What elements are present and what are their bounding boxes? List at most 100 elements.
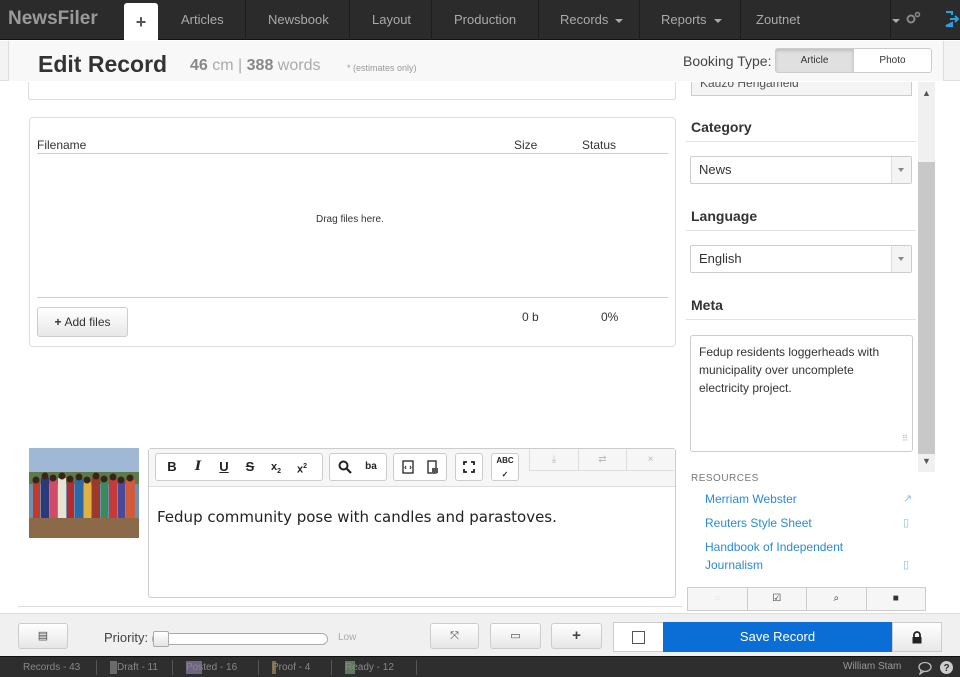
category-select[interactable]: News <box>690 156 912 184</box>
file-upload-panel: Filename Size Status Drag files here. + A… <box>29 117 676 347</box>
sidebar-scrollbar[interactable]: ▲ ▼ <box>918 82 935 472</box>
search-tab-icon[interactable]: ⌕ <box>807 587 867 611</box>
clipboard-button[interactable]: ▤ <box>18 623 68 649</box>
scroll-down-icon[interactable]: ▼ <box>922 456 931 466</box>
add-files-button[interactable]: + Add files <box>37 307 128 337</box>
caption-text[interactable]: Fedup community pose with candles and pa… <box>157 508 557 526</box>
status-draft[interactable]: Draft - 11 <box>110 661 158 675</box>
settings-gear-icon[interactable] <box>905 11 921 28</box>
spell-group: ABC ✓ <box>491 453 519 481</box>
sidebar-tool-tabs: ○ ☑ ⌕ ■ <box>687 587 926 611</box>
nav-reports-label: Reports <box>661 12 707 27</box>
size-column-header: Size <box>514 138 538 152</box>
meta-text: Fedup residents loggerheads with municip… <box>699 345 880 395</box>
replace-icon[interactable]: ba <box>359 454 383 480</box>
category-value: News <box>699 162 732 177</box>
add-files-label: Add files <box>64 315 111 329</box>
nav-layout[interactable]: Layout <box>372 0 411 40</box>
spellcheck-icon[interactable]: ABC ✓ <box>493 454 517 480</box>
status-divider <box>258 660 259 675</box>
drop-zone-hint[interactable]: Drag files here. <box>316 214 384 225</box>
caption-editor: B I U S x2 x2 ba ABC ✓ ⤓ ⇄ × Fedup commu… <box>148 448 676 598</box>
scroll-up-icon[interactable]: ▲ <box>922 88 931 98</box>
save-record-button[interactable]: Save Record <box>663 622 892 652</box>
select-checkbox-button[interactable] <box>613 622 664 652</box>
booking-article-button[interactable]: Article <box>776 49 853 72</box>
swap-icon[interactable]: ⇄ <box>578 449 626 471</box>
nav-articles[interactable]: Articles <box>181 0 224 40</box>
chat-bubble-icon[interactable] <box>918 659 932 677</box>
nav-records[interactable]: Records <box>560 0 624 40</box>
current-user[interactable]: William Stam <box>843 661 901 672</box>
section-divider <box>686 141 916 142</box>
nav-divider <box>245 0 246 40</box>
header-divider <box>37 153 668 154</box>
chevron-down-icon <box>892 18 901 23</box>
photo-thumbnail[interactable] <box>29 448 139 538</box>
maximize-icon[interactable] <box>457 454 481 480</box>
brand-logo[interactable]: NewsFiler <box>8 8 98 30</box>
status-divider <box>96 660 97 675</box>
chevron-down-icon <box>891 157 911 183</box>
resize-grip-icon[interactable]: ⠿ <box>902 430 908 448</box>
superscript-icon[interactable]: x2 <box>290 454 314 480</box>
status-posted[interactable]: Posted - 16 <box>186 661 237 675</box>
resource-link-reuters[interactable]: Reuters Style Sheet <box>705 514 885 532</box>
find-icon[interactable] <box>333 454 357 480</box>
close-icon[interactable]: × <box>626 449 674 471</box>
fullscreen-button[interactable]: ⤧ <box>430 623 479 649</box>
nav-newsbook[interactable]: Newsbook <box>268 0 329 40</box>
total-size: 0 b <box>522 310 539 324</box>
document-icon[interactable]: ▯ <box>903 558 909 571</box>
list-view-button[interactable]: ▭ <box>490 623 541 649</box>
priority-slider-handle[interactable] <box>153 631 169 647</box>
nav-reports[interactable]: Reports <box>661 0 722 40</box>
author-select-partial[interactable]: Kauzo Hengameld <box>691 82 912 96</box>
status-ready[interactable]: Ready - 12 <box>345 661 394 675</box>
nav-zoutnet[interactable]: Zoutnet <box>756 0 901 40</box>
new-record-tab[interactable]: + <box>124 3 158 41</box>
help-icon[interactable]: ? <box>940 659 953 677</box>
add-button[interactable]: + <box>551 623 602 649</box>
stat-separator: | <box>238 57 243 74</box>
resource-link-handbook[interactable]: Handbook of Independent Journalism <box>705 538 885 574</box>
page-break-icon[interactable] <box>421 454 445 480</box>
nav-divider <box>349 0 350 40</box>
priority-label: Priority: <box>104 630 149 645</box>
external-link-icon[interactable]: ↗ <box>903 492 912 505</box>
subscript-icon[interactable]: x2 <box>264 454 288 480</box>
meta-textarea[interactable]: Fedup residents loggerheads with municip… <box>690 335 913 452</box>
nav-divider <box>740 0 741 40</box>
main-divider <box>18 606 682 607</box>
download-icon[interactable]: ⤓ <box>530 449 578 471</box>
checklist-tab-icon[interactable]: ☑ <box>747 587 807 611</box>
language-heading: Language <box>691 208 758 224</box>
nav-production[interactable]: Production <box>454 0 516 40</box>
italic-icon[interactable]: I <box>186 454 210 480</box>
lock-button[interactable] <box>892 622 942 652</box>
page-title: Edit Record <box>38 51 168 77</box>
status-proof[interactable]: Proof - 4 <box>272 661 310 675</box>
strikethrough-icon[interactable]: S <box>238 454 262 480</box>
status-records[interactable]: Records - 43 <box>23 661 80 675</box>
section-divider <box>686 230 916 231</box>
underline-icon[interactable]: U <box>212 454 236 480</box>
check-square-tab-icon[interactable]: ■ <box>866 587 926 611</box>
nav-divider <box>890 0 891 40</box>
comment-tab-icon[interactable]: ○ <box>687 587 748 611</box>
nav-divider <box>639 0 640 40</box>
language-value: English <box>699 251 742 266</box>
priority-slider[interactable] <box>152 631 328 647</box>
language-select[interactable]: English <box>690 245 912 273</box>
bold-icon[interactable]: B <box>160 454 184 480</box>
previous-panel-bottom <box>28 82 676 100</box>
sign-out-icon[interactable] <box>944 9 960 29</box>
words-value: 388 <box>246 57 274 74</box>
document-icon[interactable]: ▯ <box>903 516 909 529</box>
booking-photo-button[interactable]: Photo <box>853 49 931 72</box>
scroll-thumb[interactable] <box>918 162 935 454</box>
source-icon[interactable] <box>396 454 420 480</box>
resource-link-merriam-webster[interactable]: Merriam Webster <box>705 490 885 508</box>
words-unit: words <box>277 57 321 74</box>
top-navbar: NewsFiler + Articles Newsbook Layout Pro… <box>0 0 960 41</box>
